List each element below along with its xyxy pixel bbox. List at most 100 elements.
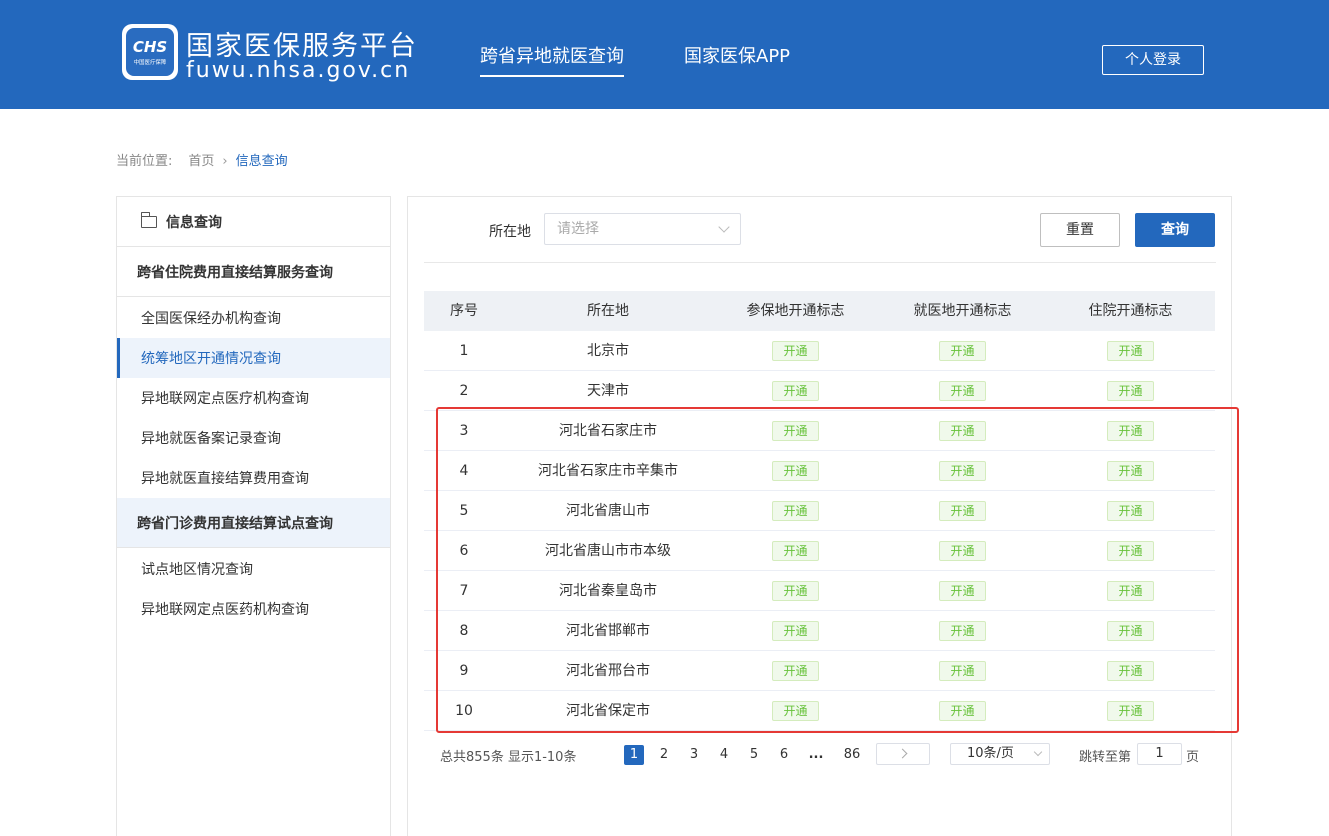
row-number: 6 [459,543,469,559]
page-number[interactable]: 4 [714,745,734,765]
login-button[interactable]: 个人登录 [1102,45,1204,75]
row-location: 河北省石家庄市辛集市 [538,463,678,479]
row-number: 2 [459,383,469,399]
header-location: 所在地 [587,303,629,319]
treatment-flag-cell: 开通 [879,371,1046,411]
status-badge: 开通 [1107,341,1154,361]
status-badge: 开通 [939,461,986,481]
page-number[interactable]: 3 [684,745,704,765]
status-badge: 开通 [772,341,819,361]
chevron-right-icon: › [222,154,228,169]
status-badge: 开通 [939,341,986,361]
inpatient-flag-cell: 开通 [1046,651,1215,691]
sidebar-item-pharmacy-institutions[interactable]: 异地联网定点医药机构查询 [117,589,390,629]
header-insured-flag: 参保地开通标志 [746,303,845,319]
table-row: 8 河北省邯郸市 开通 开通 开通 [424,611,1215,651]
insured-flag-cell: 开通 [712,451,879,491]
status-badge: 开通 [1107,421,1154,441]
table-row: 7 河北省秦皇岛市 开通 开通 开通 [424,571,1215,611]
status-badge: 开通 [1107,661,1154,681]
breadcrumb: 当前位置: 首页 › 信息查询 [116,150,288,169]
row-number: 3 [459,423,469,439]
inpatient-flag-cell: 开通 [1046,411,1215,451]
results-table: 序号 所在地 参保地开通标志 就医地开通标志 住院开通标志 1 北京市 开通 开通 开通… [424,291,1215,731]
status-badge: 开通 [1107,381,1154,401]
page-number[interactable]: 2 [654,745,674,765]
sidebar-group-outpatient[interactable]: 跨省门诊费用直接结算试点查询 [117,498,390,548]
sidebar-item-region-status[interactable]: 统筹地区开通情况查询 [117,338,390,378]
row-location: 天津市 [587,383,629,399]
breadcrumb-home[interactable]: 首页 [188,150,214,169]
treatment-flag-cell: 开通 [879,411,1046,451]
status-badge: 开通 [939,381,986,401]
status-badge: 开通 [939,661,986,681]
page-number[interactable]: 6 [774,745,794,765]
chevron-down-icon [1033,747,1043,757]
sidebar-title: 信息查询 [166,214,222,231]
inpatient-flag-cell: 开通 [1046,371,1215,411]
query-button[interactable]: 查询 [1135,213,1215,247]
status-badge: 开通 [772,541,819,561]
status-badge: 开通 [1107,541,1154,561]
page-size-value: 10条/页 [967,746,1014,761]
sidebar-item-medical-institutions[interactable]: 异地联网定点医疗机构查询 [117,378,390,418]
row-location: 河北省邯郸市 [566,623,650,639]
table-row: 2 天津市 开通 开通 开通 [424,371,1215,411]
sidebar-item-pilot-regions[interactable]: 试点地区情况查询 [117,549,390,589]
sidebar-item-filing-records[interactable]: 异地就医备案记录查询 [117,418,390,458]
jump-page-input[interactable]: 1 [1137,743,1182,765]
row-location: 河北省唐山市 [566,503,650,519]
reset-button[interactable]: 重置 [1040,213,1120,247]
status-badge: 开通 [772,381,819,401]
table-row: 3 河北省石家庄市 开通 开通 开通 [424,411,1215,451]
row-location: 河北省唐山市市本级 [545,543,671,559]
page-suffix: 页 [1186,750,1200,765]
page-size-select[interactable]: 10条/页 [950,743,1050,765]
main-panel: 所在地 请选择 重置 查询 序号 所在地 参保地开通标志 就医地开通标志 住院开… [407,196,1232,836]
sidebar-item-settlement-fees[interactable]: 异地就医直接结算费用查询 [117,458,390,498]
pagination-ellipsis: ... [808,747,824,762]
status-badge: 开通 [772,661,819,681]
inpatient-flag-cell: 开通 [1046,451,1215,491]
chs-logo-icon[interactable]: CHS 中国医疗保障 [122,24,178,80]
insured-flag-cell: 开通 [712,571,879,611]
nav-app[interactable]: 国家医保APP [684,42,790,68]
site-domain: fuwu.nhsa.gov.cn [186,58,411,83]
row-number: 7 [459,583,469,599]
breadcrumb-prefix: 当前位置: [116,154,173,169]
sidebar-group-inpatient[interactable]: 跨省住院费用直接结算服务查询 [117,247,390,297]
insured-flag-cell: 开通 [712,491,879,531]
sidebar-item-agency-query[interactable]: 全国医保经办机构查询 [117,298,390,338]
row-number: 10 [455,703,473,719]
inpatient-flag-cell: 开通 [1046,611,1215,651]
insured-flag-cell: 开通 [712,611,879,651]
treatment-flag-cell: 开通 [879,611,1046,651]
pagination: 总共855条 显示1-10条 1 2 3 4 5 6... 86 10条/页 跳转至第 1 … [408,737,1233,773]
next-page-button[interactable] [876,743,930,765]
insured-flag-cell: 开通 [712,651,879,691]
status-badge: 开通 [772,501,819,521]
inpatient-flag-cell: 开通 [1046,331,1215,371]
treatment-flag-cell: 开通 [879,331,1046,371]
header-inpatient-flag: 住院开通标志 [1088,303,1173,319]
page-number[interactable]: 86 [842,745,862,765]
row-number: 9 [459,663,469,679]
nav-cross-province-query[interactable]: 跨省异地就医查询 [480,42,624,77]
status-badge: 开通 [1107,621,1154,641]
status-badge: 开通 [772,701,819,721]
site-header: CHS 中国医疗保障 国家医保服务平台 fuwu.nhsa.gov.cn 跨省异… [0,0,1329,109]
header-treatment-flag: 就医地开通标志 [913,303,1012,319]
treatment-flag-cell: 开通 [879,691,1046,731]
treatment-flag-cell: 开通 [879,491,1046,531]
page-number[interactable]: 1 [624,745,644,765]
table-row: 6 河北省唐山市市本级 开通 开通 开通 [424,531,1215,571]
table-row: 10 河北省保定市 开通 开通 开通 [424,691,1215,731]
location-select[interactable]: 请选择 [544,213,741,245]
chevron-down-icon [718,221,730,233]
location-select-placeholder: 请选择 [557,221,599,237]
insured-flag-cell: 开通 [712,531,879,571]
treatment-flag-cell: 开通 [879,451,1046,491]
treatment-flag-cell: 开通 [879,571,1046,611]
page-number[interactable]: 5 [744,745,764,765]
table-row: 4 河北省石家庄市辛集市 开通 开通 开通 [424,451,1215,491]
